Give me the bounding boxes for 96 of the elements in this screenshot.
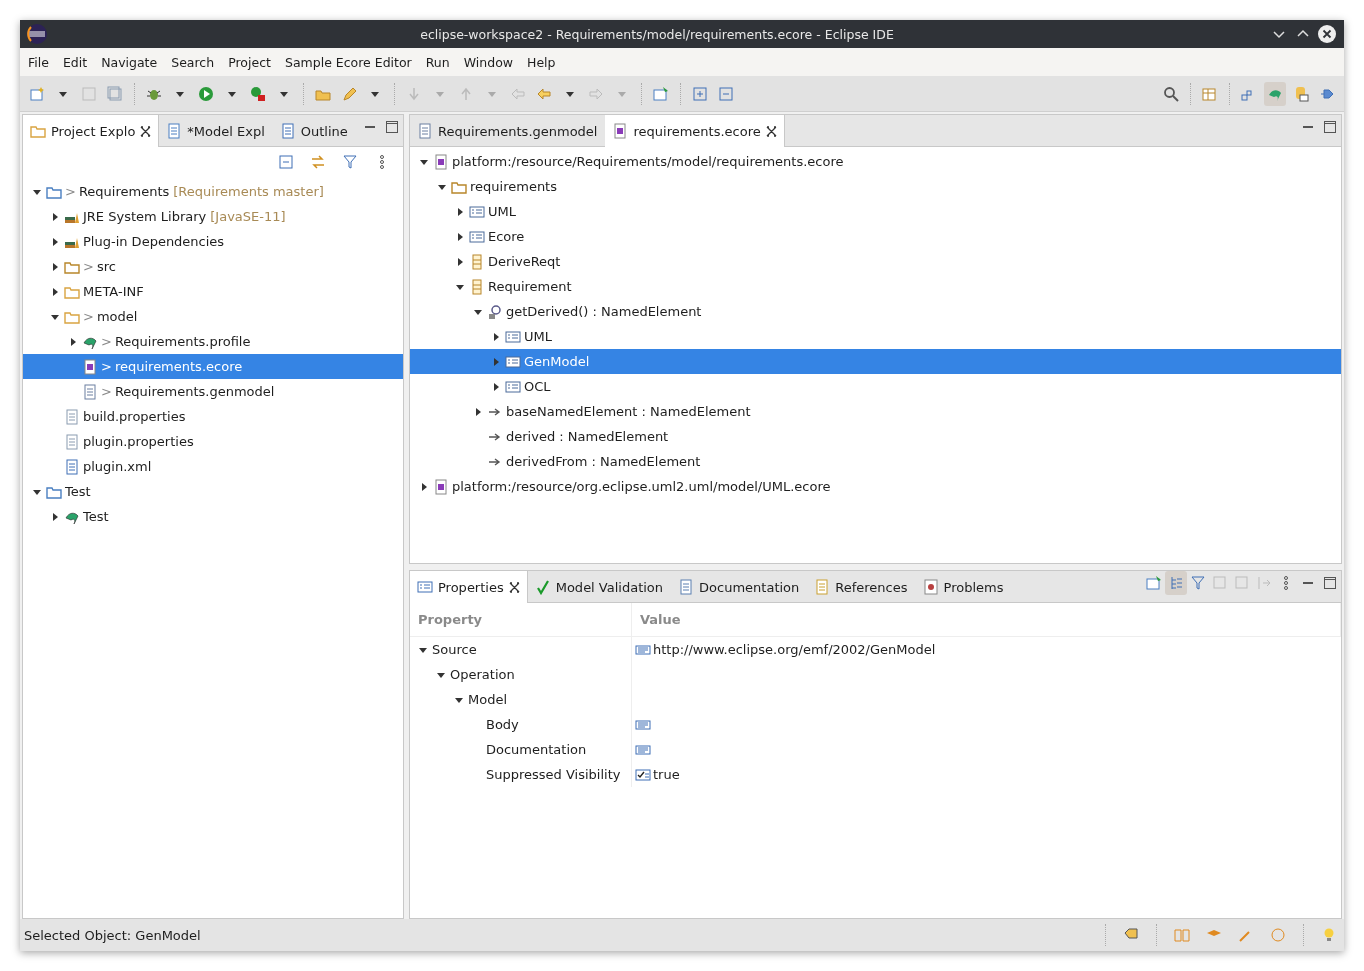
- chevron-down-icon[interactable]: [1273, 28, 1285, 40]
- menu-item[interactable]: Run: [419, 54, 456, 70]
- decoration-marker: >: [83, 309, 94, 324]
- tree-item[interactable]: GenModel: [410, 349, 1341, 374]
- menu-item[interactable]: Edit: [56, 54, 94, 70]
- tree-item[interactable]: plugin.xml: [23, 454, 403, 479]
- filter-icon[interactable]: [342, 154, 358, 170]
- collapsed-arrow-icon[interactable]: [455, 231, 465, 242]
- view-tab[interactable]: Problems: [915, 571, 1012, 603]
- tree-item[interactable]: > src: [23, 254, 403, 279]
- view-tab[interactable]: Properties: [410, 571, 528, 603]
- decoration-marker: >: [83, 259, 94, 274]
- view-tab[interactable]: Requirements.genmodel: [410, 115, 606, 147]
- maximize-icon[interactable]: [1322, 119, 1338, 135]
- decoration-marker: >: [101, 359, 112, 374]
- tree-item[interactable]: derived : NamedElement: [410, 424, 1341, 449]
- view-tab[interactable]: Project Explo: [23, 115, 160, 147]
- decoration-marker: >: [101, 384, 112, 399]
- tree-item[interactable]: Ecore: [410, 224, 1341, 249]
- collapsed-arrow-icon[interactable]: [50, 261, 60, 272]
- property-cell: Operation: [410, 662, 632, 687]
- tree-item[interactable]: platform:/resource/Requirements/model/requirements.ecore: [410, 149, 1341, 174]
- property-cell: Documentation: [410, 737, 632, 762]
- close-icon[interactable]: [508, 581, 520, 593]
- filter-icon[interactable]: [1190, 575, 1206, 591]
- value-text: http://www.eclipse.org/emf/2002/GenModel: [653, 642, 936, 657]
- close-icon[interactable]: [140, 125, 152, 137]
- menu-item[interactable]: File: [22, 54, 55, 70]
- window-title: eclipse-workspace2 - Requirements/model/requirements.ecore - Eclipse IDE: [419, 26, 895, 42]
- run-icon[interactable]: [198, 85, 214, 102]
- repository-label: [Requirements master]: [173, 184, 324, 199]
- value-text: true: [653, 767, 680, 782]
- expand-all-icon[interactable]: [692, 85, 708, 102]
- collapsed-arrow-icon[interactable]: [50, 211, 60, 222]
- tree-item[interactable]: > requirements.ecore: [23, 354, 403, 379]
- tree-item[interactable]: plugin.properties: [23, 429, 403, 454]
- app-logo-icon: [26, 23, 48, 45]
- tree-item[interactable]: Test: [23, 479, 403, 504]
- tree-item[interactable]: UML: [410, 324, 1341, 349]
- collapsed-arrow-icon[interactable]: [455, 256, 465, 267]
- close-icon[interactable]: [1318, 25, 1336, 43]
- collapsed-arrow-icon[interactable]: [419, 481, 429, 492]
- tree-item[interactable]: JRE System Library [JavaSE-11]: [23, 204, 403, 229]
- menu-item[interactable]: Project: [222, 54, 277, 70]
- view-tab[interactable]: Model Validation: [527, 571, 672, 603]
- collapsed-arrow-icon[interactable]: [50, 236, 60, 247]
- menu-item[interactable]: Sample Ecore Editor: [278, 54, 418, 70]
- tree-item[interactable]: getDerived() : NamedElement: [410, 299, 1341, 324]
- menu-item[interactable]: Window: [457, 54, 519, 70]
- maximize-icon[interactable]: [384, 119, 400, 135]
- property-cell: Model: [410, 687, 632, 712]
- decoration-marker: >: [101, 334, 112, 349]
- tree-item[interactable]: build.properties: [23, 404, 403, 429]
- collapsed-arrow-icon[interactable]: [50, 286, 60, 297]
- tree-item[interactable]: DeriveReqt: [410, 249, 1341, 274]
- maximize-icon[interactable]: [1322, 575, 1338, 591]
- tree-item[interactable]: OCL: [410, 374, 1341, 399]
- validation-icon: [534, 579, 551, 595]
- menu-item[interactable]: Search: [165, 54, 221, 70]
- collapsed-arrow-icon[interactable]: [50, 511, 60, 522]
- collapsed-arrow-icon[interactable]: [455, 206, 465, 217]
- collapsed-arrow-icon[interactable]: [68, 336, 78, 347]
- collapsed-arrow-icon[interactable]: [473, 406, 483, 417]
- tree-item[interactable]: Test: [23, 504, 403, 529]
- menu-item[interactable]: Help: [521, 54, 562, 70]
- link-arrows-icon[interactable]: [310, 154, 326, 170]
- search-icon[interactable]: [1163, 85, 1179, 102]
- tree-item[interactable]: > model: [23, 304, 403, 329]
- column-header: Property: [410, 603, 632, 637]
- column-header: Value: [632, 603, 1341, 637]
- property-cell: Suppressed Visibility: [410, 762, 632, 787]
- view-tab[interactable]: References: [807, 571, 916, 603]
- repository-label: [JavaSE-11]: [210, 209, 286, 224]
- property-cell: Body: [410, 712, 632, 737]
- close-icon[interactable]: [765, 125, 777, 137]
- tree-item[interactable]: Plug-in Dependencies: [23, 229, 403, 254]
- tree-item[interactable]: > Requirements [Requirements master]: [23, 179, 403, 204]
- tree-item[interactable]: Requirement: [410, 274, 1341, 299]
- tree-item[interactable]: UML: [410, 199, 1341, 224]
- tree-item[interactable]: requirements: [410, 174, 1341, 199]
- view-tab[interactable]: requirements.ecore: [605, 115, 785, 147]
- menu-item[interactable]: Navigate: [95, 54, 164, 70]
- tree-item[interactable]: META-INF: [23, 279, 403, 304]
- tree-item[interactable]: > Requirements.profile: [23, 329, 403, 354]
- tree-item[interactable]: derivedFrom : NamedElement: [410, 449, 1341, 474]
- collapsed-arrow-icon[interactable]: [491, 331, 501, 342]
- view-tab[interactable]: *Model Expl: [159, 115, 273, 147]
- tree-item[interactable]: > Requirements.genmodel: [23, 379, 403, 404]
- property-cell: Source: [410, 637, 632, 662]
- decoration-marker: >: [65, 184, 76, 199]
- view-tab[interactable]: Outline: [272, 115, 356, 147]
- tree-item[interactable]: platform:/resource/org.eclipse.uml2.uml/model/UML.ecore: [410, 474, 1341, 499]
- collapsed-arrow-icon[interactable]: [491, 381, 501, 392]
- tree-item[interactable]: baseNamedElement : NamedElement: [410, 399, 1341, 424]
- status-text: Selected Object: GenModel: [24, 927, 202, 943]
- view-tab[interactable]: Documentation: [671, 571, 808, 603]
